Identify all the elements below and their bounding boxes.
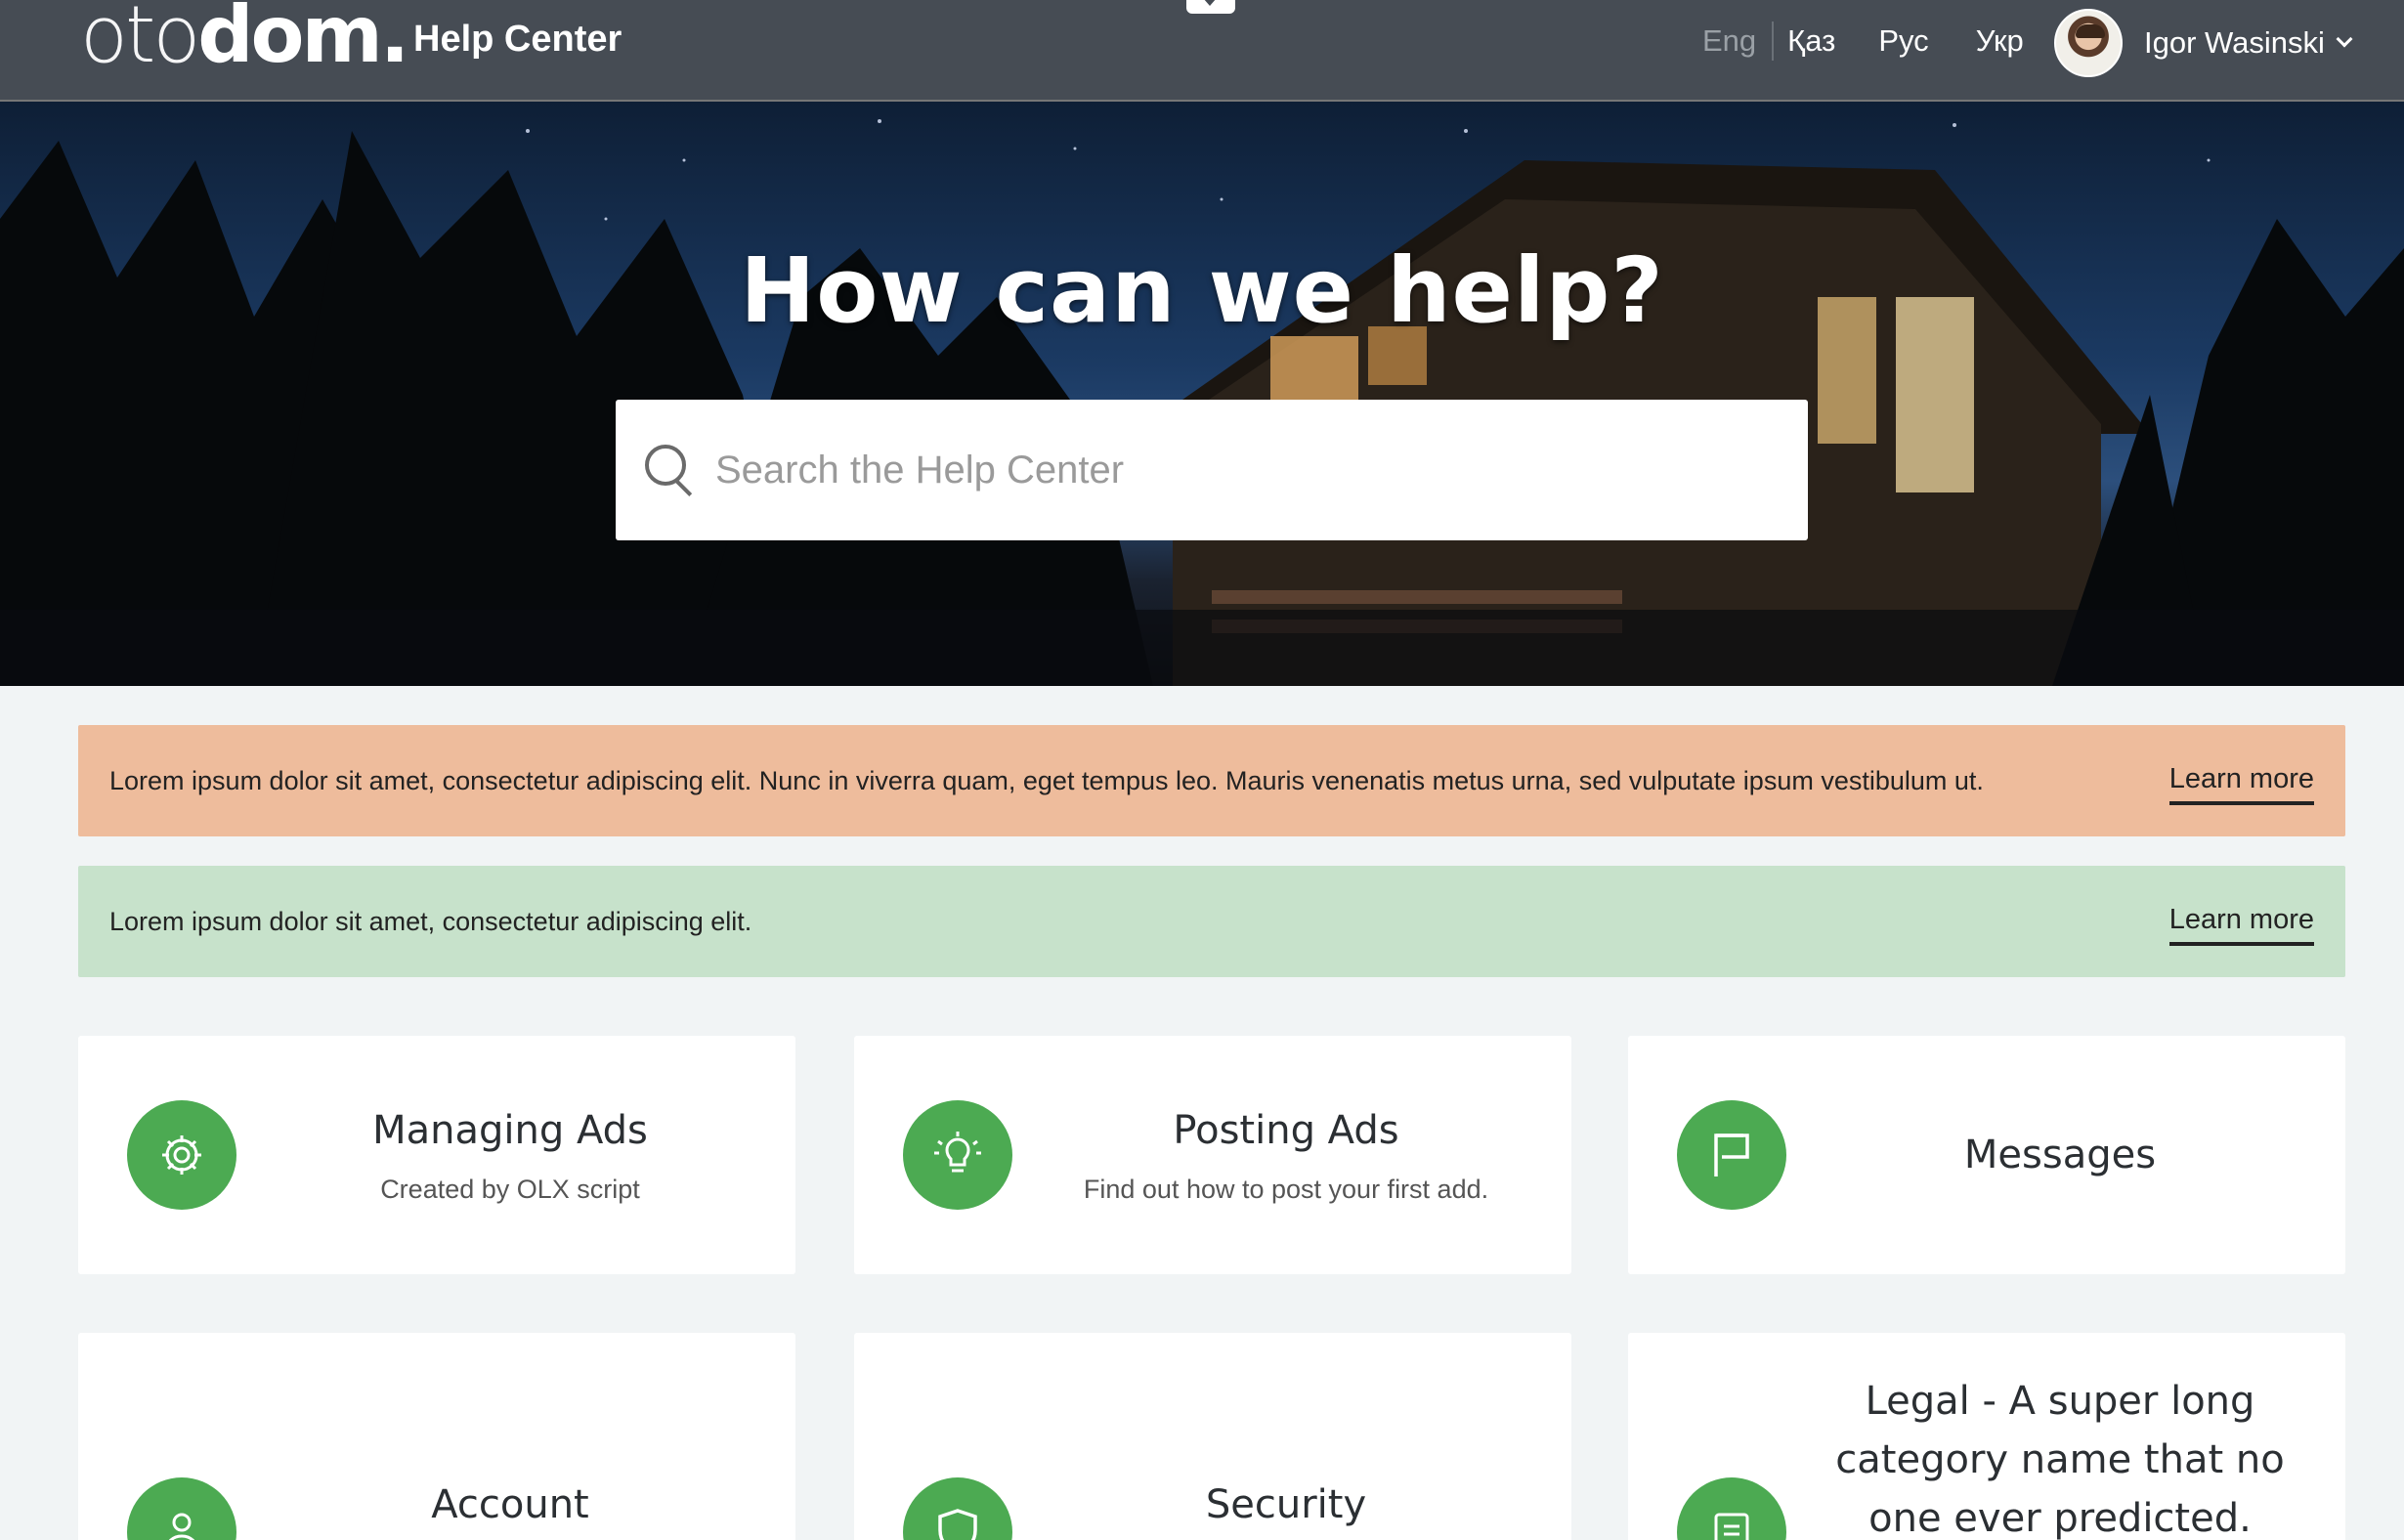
logo-text-thin: oto bbox=[80, 0, 200, 80]
card-title: Messages bbox=[1963, 1133, 2157, 1177]
search-input[interactable] bbox=[715, 448, 1771, 492]
chevron-down-icon bbox=[2336, 30, 2353, 48]
hero-banner: How can we help? bbox=[0, 102, 2404, 686]
category-card-posting-ads[interactable]: Posting Ads Find out how to post your fi… bbox=[854, 1036, 1571, 1274]
logo-text-bold: dom. bbox=[197, 0, 409, 80]
lang-rus[interactable]: Рус bbox=[1878, 20, 1928, 63]
collapse-handle[interactable] bbox=[1186, 0, 1235, 14]
hero-title: How can we help? bbox=[740, 238, 1664, 343]
card-description: Created by OLX script bbox=[380, 1175, 640, 1204]
otodom-logo[interactable]: otodom. bbox=[80, 0, 409, 74]
flag-icon bbox=[1677, 1100, 1786, 1210]
user-menu[interactable]: Igor Wasinski bbox=[2054, 8, 2353, 78]
notice-warning: Lorem ipsum dolor sit amet, consectetur … bbox=[78, 725, 2345, 836]
notice-text: Lorem ipsum dolor sit amet, consectetur … bbox=[109, 906, 752, 936]
card-body: Account bbox=[264, 1333, 756, 1540]
search-box[interactable] bbox=[616, 400, 1808, 540]
card-title: Security bbox=[1205, 1482, 1367, 1527]
lightbulb-icon bbox=[903, 1100, 1012, 1210]
lang-divider bbox=[1772, 21, 1775, 61]
card-body: Security bbox=[1040, 1333, 1532, 1540]
notice-text: Lorem ipsum dolor sit amet, consectetur … bbox=[109, 765, 1984, 795]
category-card-messages[interactable]: Messages bbox=[1628, 1036, 2345, 1274]
gear-icon bbox=[127, 1100, 236, 1210]
avatar bbox=[2054, 9, 2123, 77]
user-name: Igor Wasinski bbox=[2144, 25, 2325, 60]
learn-more-link[interactable]: Learn more bbox=[2168, 763, 2314, 805]
hero-background-image bbox=[0, 119, 2404, 686]
card-body: Legal - A super long category name that … bbox=[1814, 1333, 2306, 1540]
card-description: Find out how to post your first add. bbox=[1083, 1175, 1489, 1204]
card-body: Managing Ads Created by OLX script bbox=[264, 1036, 756, 1274]
notice-success: Lorem ipsum dolor sit amet, consectetur … bbox=[78, 866, 2345, 977]
card-body: Posting Ads Find out how to post your fi… bbox=[1040, 1036, 1532, 1274]
lang-eng[interactable]: Eng bbox=[1702, 20, 1756, 63]
user-icon bbox=[127, 1477, 236, 1540]
card-title: Legal - A super long category name that … bbox=[1835, 1379, 2285, 1540]
help-center-title: Help Center bbox=[413, 19, 622, 60]
lang-kaz[interactable]: Қаз bbox=[1787, 20, 1835, 63]
language-switcher: Eng Қаз Рус Укр bbox=[1702, 20, 2024, 63]
card-title: Account bbox=[431, 1482, 589, 1527]
card-body: Messages bbox=[1814, 1036, 2306, 1274]
category-card-legal[interactable]: Legal - A super long category name that … bbox=[1628, 1333, 2345, 1540]
category-card-security[interactable]: Security bbox=[854, 1333, 1571, 1540]
shield-icon bbox=[903, 1477, 1012, 1540]
category-card-managing-ads[interactable]: Managing Ads Created by OLX script bbox=[78, 1036, 795, 1274]
card-title: Posting Ads bbox=[1173, 1108, 1399, 1153]
learn-more-link[interactable]: Learn more bbox=[2168, 904, 2314, 946]
document-icon bbox=[1677, 1477, 1786, 1540]
lang-ukr[interactable]: Укр bbox=[1976, 20, 2024, 63]
category-card-account[interactable]: Account bbox=[78, 1333, 795, 1540]
top-bar: otodom. Help Center Eng Қаз Рус Укр Igor… bbox=[0, 0, 2404, 102]
card-title: Managing Ads bbox=[372, 1108, 648, 1153]
search-icon bbox=[645, 445, 696, 495]
